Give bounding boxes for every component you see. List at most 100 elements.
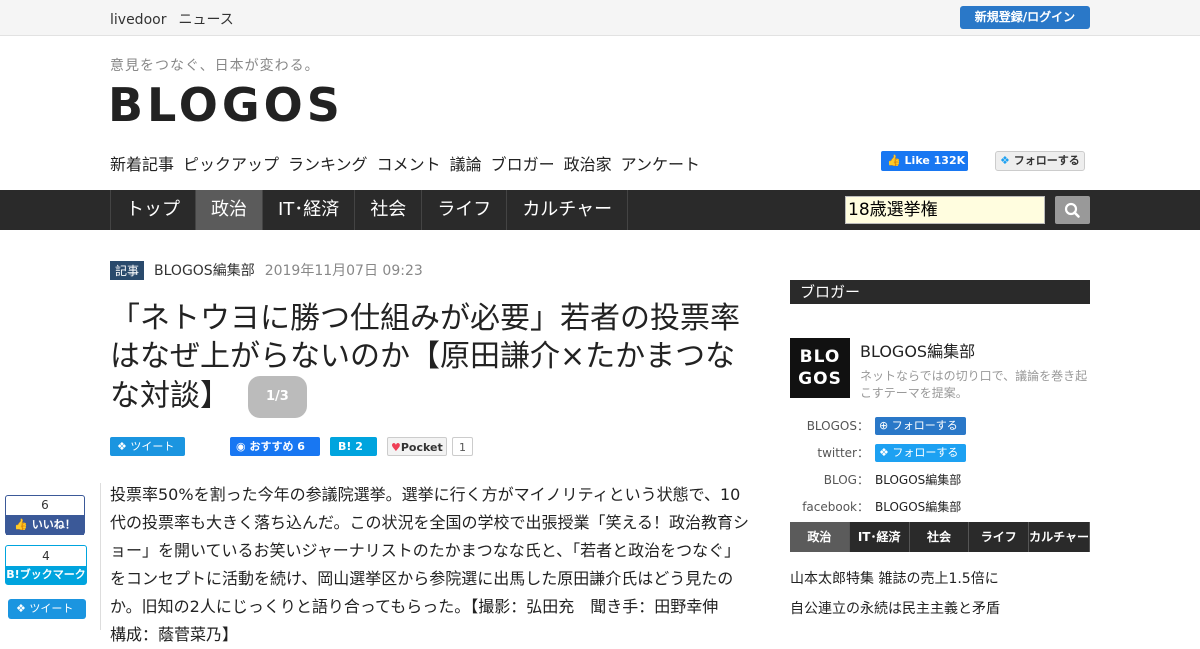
tab-politics[interactable]: 政治	[790, 522, 850, 552]
subnav-blogger[interactable]: ブロガー	[491, 155, 555, 174]
tab-culture[interactable]: カルチャー	[1029, 522, 1091, 552]
blogger-row-twitter: twitter： ❖ フォローする	[790, 443, 1090, 463]
article-author[interactable]: BLOGOS編集部	[154, 260, 255, 280]
body-line: 投票率50%を割った今年の参議院選挙。選挙に行く方がマイノリティという状態で、1…	[110, 485, 741, 504]
row-label: BLOG：	[823, 473, 869, 487]
pocket-label: Pocket	[400, 441, 443, 454]
blogger-row-facebook: facebook： BLOGOS編集部	[790, 497, 1090, 517]
nav-politics[interactable]: 政治	[196, 190, 263, 230]
side-hb-label: B!ブックマーク	[6, 566, 86, 584]
main-nav: トップ 政治 IT･経済 社会 ライフ カルチャー 18歳選挙権	[0, 190, 1200, 230]
twitter-bird-icon: ❖	[117, 440, 127, 453]
blogger-card: BLO GOS BLOGOS編集部 ネットならではの切り口で、議論を巻き起こすテー…	[790, 304, 1090, 534]
tab-life[interactable]: ライフ	[969, 522, 1030, 552]
follow-label: フォローする	[891, 419, 958, 432]
site-logo[interactable]: BLOGOS	[108, 78, 344, 132]
sub-nav: 新着記事 ピックアップ ランキング コメント 議論 ブロガー 政治家 アンケート	[110, 151, 709, 175]
facebook-link[interactable]: BLOGOS編集部	[875, 497, 961, 517]
twitter-bird-icon: ❖	[16, 602, 26, 615]
thumbs-up-icon: 👍	[887, 154, 901, 167]
page-indicator: 1/3	[248, 376, 307, 418]
hatena-icon: B!	[338, 440, 352, 453]
sidebar: ブロガー BLO GOS BLOGOS編集部 ネットならではの切り口で、議論を巻き…	[790, 280, 1090, 534]
subnav-survey[interactable]: アンケート	[621, 155, 700, 174]
twitter-follow-pill[interactable]: ❖ フォローする	[875, 444, 967, 462]
blogger-description: ネットならではの切り口で、議論を巻き起こすテーマを提案。	[860, 369, 1088, 400]
blogger-avatar[interactable]: BLO GOS	[790, 338, 850, 398]
blogger-row-blogos: BLOGOS： ⊕ フォローする	[790, 416, 1090, 436]
side-tweet-button[interactable]: ❖ ツイート	[8, 599, 86, 619]
row-label: BLOGOS：	[806, 419, 869, 433]
thumbs-up-icon: 👍	[14, 518, 28, 531]
side-hb-count: 4	[42, 549, 50, 563]
subnav-comment[interactable]: コメント	[377, 155, 441, 174]
twitter-bird-icon: ❖	[1000, 154, 1010, 167]
article-title-text: 「ネトウヨに勝つ仕組みが必要」若者の投票率はなぜ上がらないのか【原田謙介×たかま…	[110, 301, 740, 414]
subnav-politician[interactable]: 政治家	[564, 155, 612, 174]
pocket-button[interactable]: ♥Pocket	[387, 437, 447, 456]
site-tagline: 意見をつなぐ、日本が変わる。	[110, 58, 320, 74]
subnav-debate[interactable]: 議論	[450, 155, 482, 174]
twitter-bird-icon: ❖	[879, 446, 889, 459]
side-tw-label: ツイート	[29, 602, 74, 615]
article-body: 投票率50%を割った今年の参議院選挙。選挙に行く方がマイノリティという状態で、1…	[110, 481, 755, 649]
body-line: 代の投票率も大きく落ち込んだ。この状況を全国の学校で出張授業「笑える！政治教育シ	[110, 513, 750, 532]
side-fb-count: 6	[41, 498, 49, 512]
row-label: twitter：	[817, 446, 869, 460]
top-bar: livedoor ニュース 新規登録/ログイン	[0, 0, 1200, 36]
subnav-pickup[interactable]: ピックアップ	[183, 155, 279, 174]
body-line: 構成：蔭菅菜乃】	[110, 625, 239, 644]
blogger-name[interactable]: BLOGOS編集部	[860, 338, 975, 362]
body-line: か。旧知の2人にじっくりと語り合ってもらった。【撮影：弘田充 聞き手：田野幸伸	[110, 597, 719, 616]
plus-circle-icon: ⊕	[879, 419, 889, 432]
row-label: facebook：	[802, 500, 869, 514]
news-link[interactable]: 山本太郎特集 雑誌の売上1.5倍に	[790, 568, 999, 588]
nav-life[interactable]: ライフ	[422, 190, 508, 230]
search-icon	[1064, 202, 1080, 218]
side-fb-text: いいね！	[31, 518, 76, 531]
blogos-follow-button[interactable]: ⊕ フォローする	[875, 417, 966, 435]
hatena-count: 2	[355, 440, 363, 453]
signup-login-button[interactable]: 新規登録/ログイン	[960, 6, 1090, 29]
category-tabs: 政治 IT･経済 社会 ライフ カルチャー	[790, 522, 1091, 552]
facebook-icon: ◉	[236, 440, 246, 453]
side-facebook-like[interactable]: 6 👍 いいね！	[5, 495, 85, 535]
tab-society[interactable]: 社会	[910, 522, 970, 552]
subnav-ranking[interactable]: ランキング	[288, 155, 368, 174]
fb-recommend-label: おすすめ 6	[249, 440, 305, 453]
sidebar-heading: ブロガー	[790, 280, 1090, 304]
livedoor-brand[interactable]: livedoor ニュース	[110, 9, 246, 29]
nav-culture[interactable]: カルチャー	[507, 190, 629, 230]
brand-news: ニュース	[178, 12, 234, 28]
hatena-bookmark-button[interactable]: B! 2	[330, 437, 377, 456]
side-fb-label: 👍 いいね！	[6, 515, 84, 535]
search-input[interactable]: 18歳選挙権	[845, 196, 1045, 224]
nav-top[interactable]: トップ	[110, 190, 196, 230]
avatar-line: BLO	[799, 347, 841, 367]
side-hatena-bookmark[interactable]: 4 B!ブックマーク	[5, 545, 87, 585]
tw-follow-label: フォローする	[1013, 154, 1080, 167]
subnav-new[interactable]: 新着記事	[110, 155, 174, 174]
tweet-label: ツイート	[130, 440, 175, 453]
fb-like-label: Like 132K	[904, 154, 966, 167]
pocket-icon: ♥	[391, 441, 401, 454]
category-badge: 記事	[110, 260, 145, 280]
news-link[interactable]: 自公連立の永続は民主主義と矛盾	[790, 598, 1000, 618]
nav-society[interactable]: 社会	[355, 190, 423, 230]
tab-it-economy[interactable]: IT･経済	[850, 522, 910, 552]
article-date: 2019年11月07日 09:23	[264, 263, 423, 279]
article-meta: 記事 BLOGOS編集部 2019年11月07日 09:23	[110, 260, 423, 280]
pocket-count: 1	[452, 437, 473, 456]
nav-it-economy[interactable]: IT･経済	[263, 190, 356, 230]
blog-link[interactable]: BLOGOS編集部	[875, 470, 961, 490]
body-line: をコンセプトに活動を続け、岡山選挙区から参院選に出馬した原田謙介氏はどう見たの	[110, 569, 734, 588]
follow-label: フォローする	[892, 446, 959, 459]
facebook-like-button[interactable]: 👍 Like 132K	[881, 151, 968, 171]
avatar-line: GOS	[798, 369, 842, 389]
tweet-button[interactable]: ❖ ツイート	[110, 437, 185, 456]
facebook-recommend-button[interactable]: ◉ おすすめ 6	[230, 437, 320, 456]
twitter-follow-button[interactable]: ❖ フォローする	[995, 151, 1085, 171]
divider	[100, 483, 101, 630]
search-button[interactable]	[1055, 196, 1090, 224]
brand-livedoor: livedoor	[110, 12, 167, 28]
